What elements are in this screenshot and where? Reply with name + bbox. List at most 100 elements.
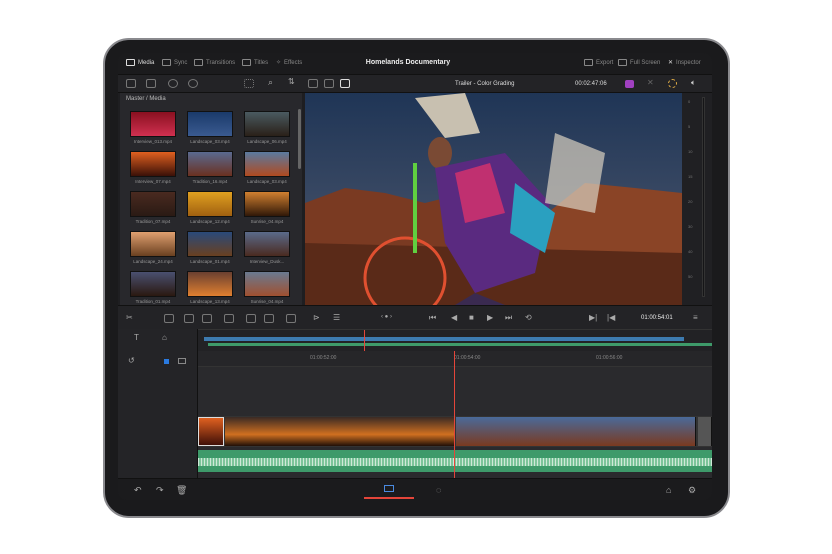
meter-label: 50 xyxy=(688,274,693,279)
media-clip-name: Tradition_01.mp4 xyxy=(135,299,171,304)
snap-icon[interactable]: ↺ xyxy=(128,356,135,365)
search-icon[interactable]: ⌕ xyxy=(268,77,273,88)
place-on-top-icon[interactable] xyxy=(224,314,234,323)
tab-transitions[interactable]: Transitions xyxy=(194,59,235,66)
export-icon xyxy=(584,59,593,66)
video-viewer[interactable] xyxy=(305,93,682,305)
track-headers: T ⌂ ↺ 🔒︎ 🔈︎ 1 🔒︎ 🔈︎ A1 xyxy=(118,329,198,489)
overview-video-bar xyxy=(204,337,684,341)
media-clip-thumbnail[interactable] xyxy=(130,271,176,297)
playhead[interactable] xyxy=(454,351,455,478)
media-clip-name: Sunrise_04.mp4 xyxy=(250,299,284,304)
marker-icon[interactable] xyxy=(178,358,186,364)
media-clip-thumbnail[interactable] xyxy=(187,191,233,217)
timeline-ruler[interactable]: 01:00:52:00 01:00:54:00 01:00:56:00 xyxy=(198,351,712,367)
media-clip-thumbnail[interactable] xyxy=(130,191,176,217)
previous-edit-button[interactable]: |◀ xyxy=(607,313,615,322)
transform-icon[interactable]: ✕ xyxy=(647,78,654,87)
video-clip[interactable] xyxy=(198,417,224,446)
media-clip-thumbnail[interactable] xyxy=(187,271,233,297)
media-clip-thumbnail[interactable] xyxy=(187,231,233,257)
media-clip-thumbnail[interactable] xyxy=(187,111,233,137)
overwrite-icon[interactable] xyxy=(184,314,194,323)
home-icon[interactable]: ⌂ xyxy=(666,485,671,495)
reverse-button[interactable]: ◀ xyxy=(451,313,457,322)
tab-media[interactable]: Media xyxy=(126,59,154,66)
menu-icon[interactable]: ≡ xyxy=(693,313,698,322)
media-clip-thumbnail[interactable] xyxy=(244,271,290,297)
source-tape-icon[interactable]: ⊳ xyxy=(313,313,320,322)
fullscreen-button[interactable]: Full Screen xyxy=(618,59,660,66)
color-wheel-icon[interactable] xyxy=(668,79,677,88)
media-clip-name: Landscape_13.mp4 xyxy=(190,299,230,304)
volume-icon[interactable]: 🔈︎ xyxy=(691,78,696,88)
bottom-bar: ↶ ↷ 🗑︎ ◌ ⌂ ⚙ xyxy=(118,478,712,500)
media-clip-thumbnail[interactable] xyxy=(244,111,290,137)
insert-icon[interactable] xyxy=(164,314,174,323)
media-clip-name: Landscape_03.mp4 xyxy=(247,179,287,184)
title-lock-icon[interactable]: T xyxy=(134,333,139,342)
media-clip-name: Sunrise_04.mp4 xyxy=(250,219,284,224)
append-icon[interactable] xyxy=(246,314,256,323)
media-clip-thumbnail[interactable] xyxy=(244,191,290,217)
flag-icon[interactable] xyxy=(164,359,169,364)
import-icon[interactable] xyxy=(146,79,156,88)
video-clip[interactable] xyxy=(225,417,455,446)
settings-icon[interactable]: ⚙ xyxy=(688,485,696,496)
media-clip-thumbnail[interactable] xyxy=(130,231,176,257)
video-clip[interactable] xyxy=(698,417,712,446)
loop-button[interactable]: ⟲ xyxy=(525,313,532,322)
media-clip-thumbnail[interactable] xyxy=(244,151,290,177)
media-clip-thumbnail[interactable] xyxy=(130,111,176,137)
go-to-start-button[interactable]: ⏮ xyxy=(429,313,436,323)
color-page-icon[interactable]: ◌ xyxy=(436,485,441,495)
play-button[interactable]: ▶ xyxy=(487,313,493,322)
undo-icon[interactable]: ↶ xyxy=(134,485,142,496)
delete-icon[interactable]: 🗑︎ xyxy=(176,485,187,496)
tab-effects[interactable]: ✧ Effects xyxy=(276,59,302,67)
timeline-overview[interactable] xyxy=(198,329,712,352)
media-clip-thumbnail[interactable] xyxy=(130,151,176,177)
adjust-icon[interactable]: ☰ xyxy=(333,313,340,322)
blade-icon[interactable]: ✂ xyxy=(126,313,133,322)
media-clip-thumbnail[interactable] xyxy=(244,231,290,257)
lock-icon[interactable]: ⌂ xyxy=(162,333,167,342)
meter-label: 20 xyxy=(688,199,693,204)
tab-titles[interactable]: Titles xyxy=(242,59,268,66)
fit-to-fill-icon[interactable] xyxy=(286,314,296,323)
media-clip-name: Tradition_07.mp4 xyxy=(135,219,171,224)
overview-playhead[interactable] xyxy=(364,330,365,352)
effects-icon: ✧ xyxy=(276,60,282,66)
export-button[interactable]: Export xyxy=(584,59,613,66)
transport-bar: ⊳ ☰ ‹ ● › ⏮ ◀ ■ ▶ ⏭ ⟲ ▶| |◀ 01:00:54:01 … xyxy=(305,305,712,329)
tab-sync[interactable]: Sync xyxy=(162,59,187,66)
panel-toggle-icon[interactable] xyxy=(126,79,136,88)
ripple-icon[interactable] xyxy=(264,314,274,323)
grid-view-icon[interactable] xyxy=(244,79,254,88)
jog-control[interactable]: ‹ ● › xyxy=(381,314,392,320)
page-cut[interactable] xyxy=(364,481,414,499)
video-clip[interactable] xyxy=(456,417,696,446)
redo-icon[interactable]: ↷ xyxy=(156,485,164,496)
ruler-label: 01:00:56:00 xyxy=(596,355,623,361)
link-icon[interactable] xyxy=(188,79,198,88)
transitions-icon xyxy=(194,59,203,66)
sort-icon[interactable]: ⇅ xyxy=(288,77,295,86)
media-pool-scrollbar[interactable] xyxy=(298,109,301,169)
sync-icon xyxy=(162,59,171,66)
color-icon[interactable] xyxy=(625,80,634,88)
replace-icon[interactable] xyxy=(202,314,212,323)
timeline[interactable]: 01:00:52:00 01:00:54:00 01:00:56:00 xyxy=(198,351,712,478)
next-edit-button[interactable]: ▶| xyxy=(589,313,597,322)
video-track xyxy=(198,416,712,447)
audio-clip[interactable] xyxy=(198,450,712,472)
meter-label: 5 xyxy=(688,124,691,129)
media-clip-thumbnail[interactable] xyxy=(187,151,233,177)
timeline-name[interactable]: Trailer - Color Grading xyxy=(455,81,514,87)
viewer-frame xyxy=(305,93,682,305)
stop-button[interactable]: ■ xyxy=(469,313,474,322)
inspector-button[interactable]: ✕ Inspector xyxy=(668,59,701,67)
relink-icon[interactable] xyxy=(168,79,178,88)
go-to-end-button[interactable]: ⏭ xyxy=(505,313,512,323)
meter-label: 40 xyxy=(688,249,693,254)
